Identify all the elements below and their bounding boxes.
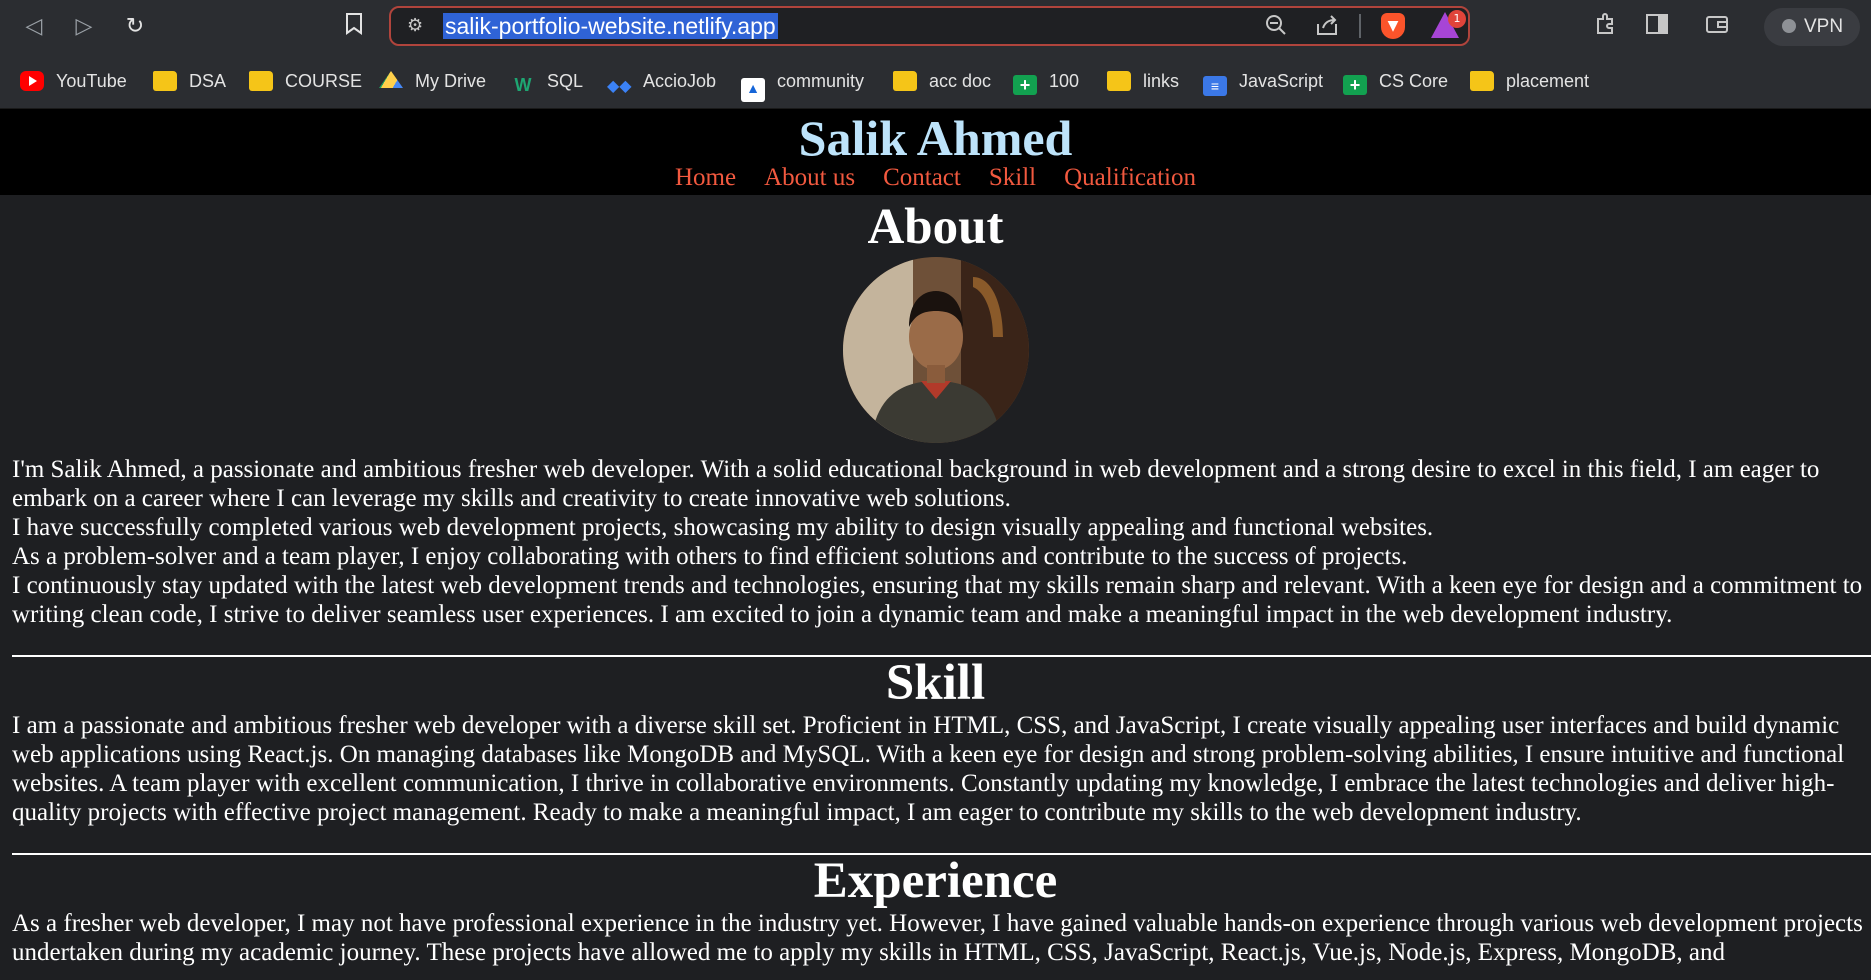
bookmark-label: JavaScript xyxy=(1239,71,1324,91)
reload-icon[interactable]: ↻ xyxy=(121,13,149,41)
profile-photo xyxy=(842,257,1029,443)
site-header: Salik Ahmed Home About us Contact Skill … xyxy=(0,109,1871,195)
folder-icon xyxy=(1470,71,1494,91)
about-line: As a problem-solver and a team player, I… xyxy=(12,543,1408,570)
zoom-icon[interactable] xyxy=(1265,14,1287,41)
site-title: Salik Ahmed xyxy=(798,110,1073,166)
nav-about-link[interactable]: About us xyxy=(764,164,855,191)
vpn-status-icon xyxy=(1782,19,1796,33)
brave-shields-icon[interactable]: ▼ xyxy=(1381,13,1405,39)
sidebar-icon[interactable] xyxy=(1645,13,1669,41)
bookmark-acc-doc[interactable]: acc doc xyxy=(893,66,991,96)
folder-icon xyxy=(893,71,917,91)
sheets-icon: + xyxy=(1013,75,1037,95)
web-page: Salik Ahmed Home About us Contact Skill … xyxy=(0,109,1871,980)
bookmark-label: links xyxy=(1143,71,1180,91)
docs-icon: ≡ xyxy=(1203,76,1227,96)
site-settings-icon[interactable]: ⚙ xyxy=(407,15,423,36)
folder-icon xyxy=(249,71,273,91)
bookmark-acciojob[interactable]: ◆◆ AccioJob xyxy=(607,66,716,96)
nav-skill-link[interactable]: Skill xyxy=(989,164,1036,191)
sheets-icon: + xyxy=(1343,75,1367,95)
bookmark-label: YouTube xyxy=(56,71,127,91)
share-icon[interactable] xyxy=(1315,14,1339,41)
divider xyxy=(1359,14,1361,38)
bookmark-sql[interactable]: W SQL xyxy=(511,66,584,96)
bookmark-label: My Drive xyxy=(415,71,486,91)
experience-heading: Experience xyxy=(813,853,1058,909)
bookmark-label: COURSE xyxy=(285,71,363,91)
bookmark-label: 100 xyxy=(1049,71,1080,91)
about-heading: About xyxy=(867,199,1004,255)
vpn-button[interactable]: VPN xyxy=(1764,8,1860,46)
forward-icon[interactable]: ▷ xyxy=(70,13,98,41)
about-line: I'm Salik Ahmed, a passionate and ambiti… xyxy=(12,456,1820,512)
about-paragraph: I'm Salik Ahmed, a passionate and ambiti… xyxy=(12,455,1871,629)
bookmark-community[interactable]: ▲ community xyxy=(741,66,865,102)
about-section: About I'm Salik Ahmed, a passionate and … xyxy=(0,199,1871,629)
bookmark-links[interactable]: links xyxy=(1107,66,1179,96)
bookmark-javascript[interactable]: ≡ JavaScript xyxy=(1203,66,1323,96)
folder-icon xyxy=(1107,71,1131,91)
folder-icon xyxy=(153,71,177,91)
about-line: I continuously stay updated with the lat… xyxy=(12,572,1863,628)
bookmark-course[interactable]: COURSE xyxy=(249,66,362,96)
bookmark-label: CS Core xyxy=(1379,71,1449,91)
nav-contact-link[interactable]: Contact xyxy=(883,164,961,191)
bookmark-label: placement xyxy=(1506,71,1590,91)
google-drive-icon xyxy=(379,71,403,88)
site-nav: Home About us Contact Skill Qualificatio… xyxy=(0,164,1871,192)
bookmark-dsa[interactable]: DSA xyxy=(153,66,226,96)
vpn-label: VPN xyxy=(1804,16,1844,37)
skill-paragraph: I am a passionate and ambitious fresher … xyxy=(12,712,1845,826)
bookmark-placement[interactable]: placement xyxy=(1470,66,1589,96)
skill-heading: Skill xyxy=(885,655,986,711)
acciojob-icon: ◆◆ xyxy=(607,78,632,95)
nav-qualification-link[interactable]: Qualification xyxy=(1064,164,1196,191)
bookmark-label: AccioJob xyxy=(643,71,717,91)
wallet-icon[interactable] xyxy=(1705,13,1729,41)
bookmark-label: acc doc xyxy=(929,71,992,91)
url-text[interactable]: salik-portfolio-website.netlify.app xyxy=(443,13,778,39)
bookmark-my-drive[interactable]: My Drive xyxy=(379,66,486,96)
experience-section: Experience As a fresher web developer, I… xyxy=(0,853,1871,967)
bookmarks-bar: YouTube DSA COURSE My Drive W SQL ◆◆ Accio… xyxy=(0,54,1871,109)
extensions-icon[interactable] xyxy=(1594,13,1616,41)
nav-home-link[interactable]: Home xyxy=(675,164,736,191)
skill-section: Skill I am a passionate and ambitious fr… xyxy=(0,655,1871,827)
browser-toolbar: ◁ ▷ ↻ ⚙ salik-portfolio-website.netlify.… xyxy=(0,0,1871,54)
experience-paragraph: As a fresher web developer, I may not ha… xyxy=(12,910,1863,966)
back-icon[interactable]: ◁ xyxy=(20,13,48,41)
bookmark-cs-core[interactable]: + CS Core xyxy=(1343,66,1448,96)
bookmark-100[interactable]: +100 xyxy=(1013,66,1079,96)
bookmark-label: DSA xyxy=(189,71,227,91)
community-icon: ▲ xyxy=(741,78,765,102)
bookmark-youtube[interactable]: YouTube xyxy=(20,66,127,96)
bookmark-label: SQL xyxy=(547,71,584,91)
bookmark-label: community xyxy=(777,71,865,91)
about-line: I have successfully completed various we… xyxy=(12,514,1434,541)
w-icon: W xyxy=(514,75,532,95)
rewards-badge: 1 xyxy=(1448,10,1466,28)
youtube-icon xyxy=(20,71,44,91)
address-bar[interactable]: ⚙ salik-portfolio-website.netlify.app ▼ … xyxy=(389,6,1470,46)
bookmark-icon[interactable] xyxy=(340,13,368,41)
